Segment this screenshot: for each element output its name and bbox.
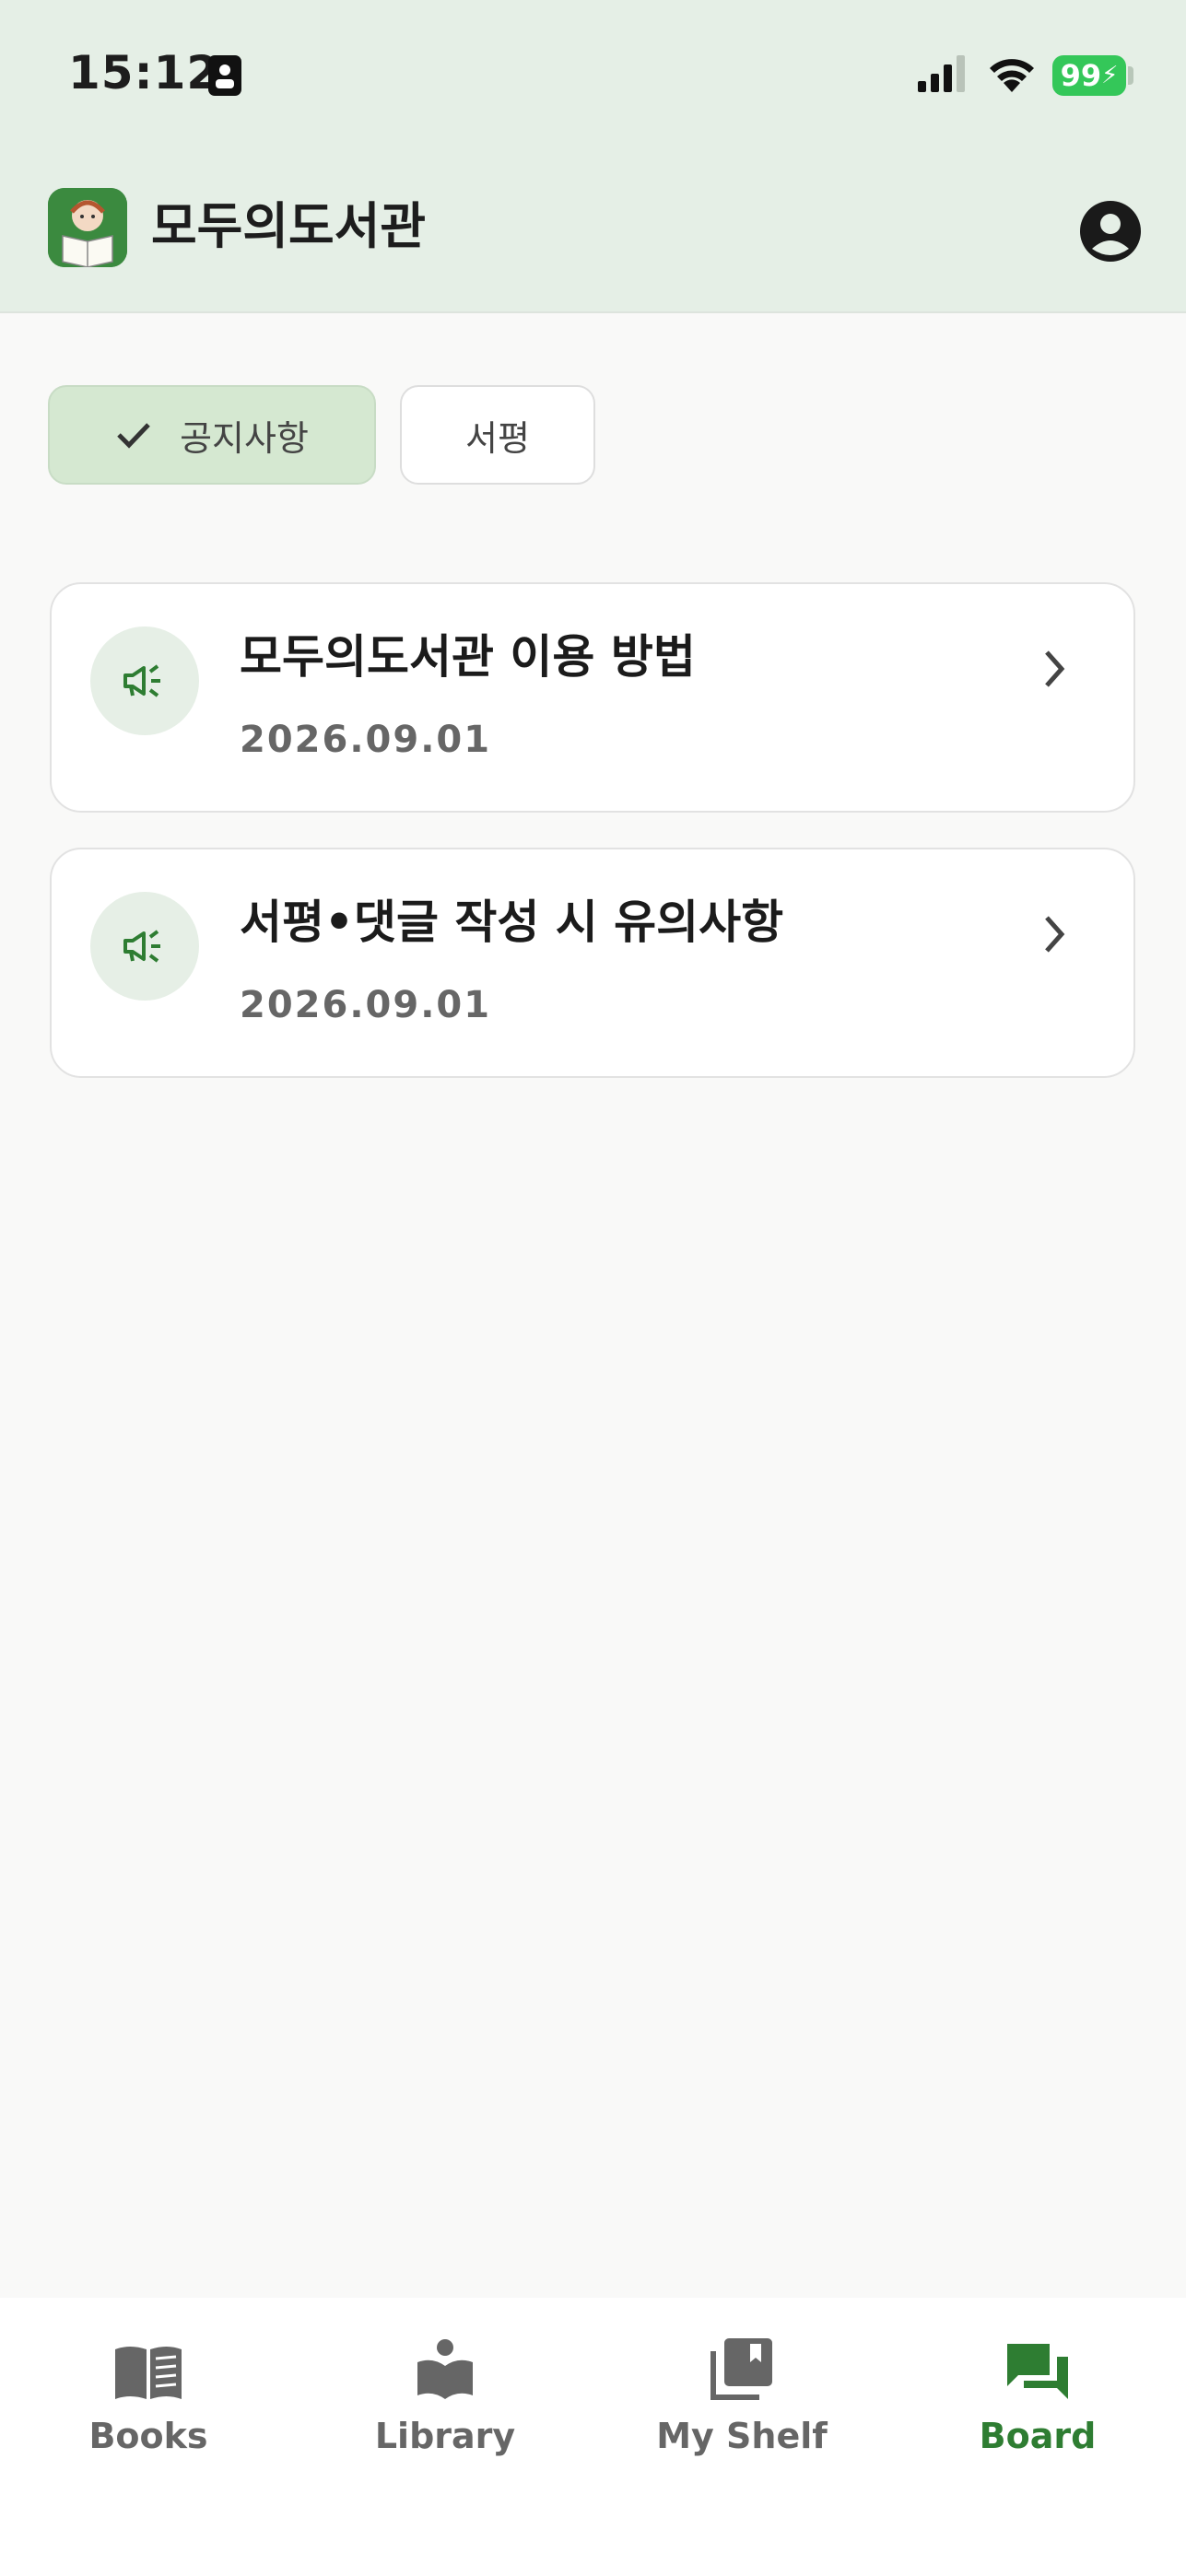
nav-label: Books bbox=[88, 2416, 208, 2456]
account-icon[interactable] bbox=[1078, 199, 1143, 263]
megaphone-icon bbox=[90, 892, 199, 1001]
check-icon bbox=[117, 423, 150, 449]
notice-title: 모두의도서관 이용 방법 bbox=[240, 630, 696, 684]
library-icon bbox=[417, 2339, 473, 2399]
shelf-icon bbox=[710, 2338, 772, 2400]
nav-item-library[interactable]: Library bbox=[344, 2327, 546, 2475]
nav-label: Board bbox=[979, 2416, 1097, 2456]
reading-child-logo-icon bbox=[48, 188, 127, 267]
app-logo bbox=[48, 188, 127, 267]
nav-item-books[interactable]: Books bbox=[47, 2327, 250, 2475]
app-title: 모두의도서관 bbox=[151, 197, 427, 255]
nav-label: My Shelf bbox=[656, 2416, 828, 2456]
filter-chip-review[interactable]: 서평 bbox=[400, 385, 595, 485]
nav-label: Library bbox=[374, 2416, 516, 2456]
chevron-right-icon bbox=[1045, 916, 1065, 953]
charging-bolt-icon: ⚡ bbox=[1101, 62, 1119, 89]
notice-date: 2026.09.01 bbox=[240, 719, 492, 761]
filter-chip-label: 공지사항 bbox=[180, 417, 309, 459]
battery-indicator: 99 ⚡ bbox=[1052, 55, 1126, 96]
book-icon bbox=[115, 2347, 182, 2399]
top-app-bar: 15:12 99 ⚡ 모두의도서관 bbox=[0, 0, 1186, 313]
status-time: 15:12 bbox=[68, 46, 220, 100]
wifi-icon bbox=[990, 59, 1034, 92]
focus-mode-icon bbox=[208, 55, 241, 96]
notice-card[interactable]: 서평•댓글 작성 시 유의사항 2026.09.01 bbox=[50, 848, 1135, 1078]
battery-cap bbox=[1128, 66, 1133, 85]
nav-item-my-shelf[interactable]: My Shelf bbox=[640, 2327, 843, 2475]
nav-item-board[interactable]: Board bbox=[936, 2327, 1139, 2475]
chevron-right-icon bbox=[1045, 650, 1065, 687]
board-icon bbox=[1007, 2344, 1068, 2399]
notice-title: 서평•댓글 작성 시 유의사항 bbox=[240, 896, 784, 949]
filter-chip-label: 서평 bbox=[465, 417, 530, 459]
notice-card[interactable]: 모두의도서관 이용 방법 2026.09.01 bbox=[50, 582, 1135, 813]
bottom-navigation: Books Library My Shelf Board bbox=[0, 2298, 1186, 2576]
cellular-signal-icon bbox=[918, 55, 965, 92]
filter-chip-notice[interactable]: 공지사항 bbox=[48, 385, 376, 485]
megaphone-icon bbox=[90, 626, 199, 735]
notice-date: 2026.09.01 bbox=[240, 984, 492, 1026]
battery-level: 99 bbox=[1060, 58, 1102, 93]
